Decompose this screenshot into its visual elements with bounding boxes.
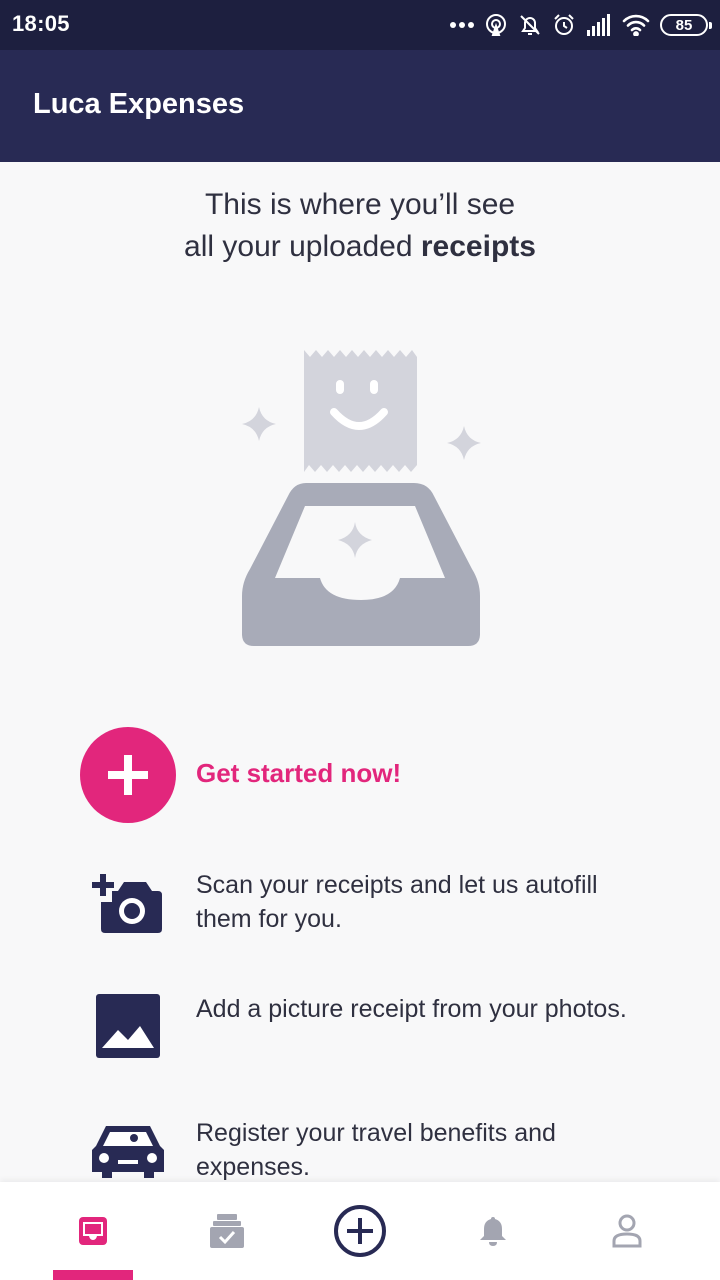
get-started-label[interactable]: Get started now! <box>196 758 401 789</box>
signal-icon <box>587 14 610 36</box>
empty-state-line2: all your uploaded receipts <box>0 226 720 268</box>
approved-receipts-icon <box>210 1214 244 1248</box>
feature-photos-text: Add a picture receipt from your photos. <box>196 995 627 1023</box>
nav-item-profile[interactable] <box>555 1182 699 1280</box>
feature-travel-text: Register your travel benefits and expens… <box>196 1119 556 1181</box>
bottom-nav <box>0 1182 720 1280</box>
receipt-shape <box>304 350 417 472</box>
get-started-button[interactable]: Get started now! <box>80 727 640 823</box>
feature-travel: Register your travel benefits and expens… <box>88 1116 648 1186</box>
empty-state-line2-bold: receipts <box>420 230 536 263</box>
battery-level: 85 <box>675 16 693 34</box>
nav-active-indicator <box>53 1270 133 1280</box>
receipt-inbox-illustration <box>242 350 481 646</box>
image-icon <box>96 994 160 1058</box>
mute-bell-icon <box>520 15 540 35</box>
nav-item-notifications[interactable] <box>421 1182 565 1280</box>
nav-item-add[interactable] <box>288 1182 432 1280</box>
bell-icon <box>480 1217 506 1246</box>
add-camera-icon <box>92 874 162 933</box>
app-title: Luca Expenses <box>33 88 245 120</box>
get-started-circle[interactable] <box>80 727 176 823</box>
more-dots-icon <box>450 22 474 28</box>
receipt-eye-left <box>336 380 344 394</box>
inbox-icon <box>79 1217 107 1245</box>
app-bar: Luca Expenses <box>0 50 720 162</box>
sparkle-right <box>447 426 481 460</box>
status-icons: 85 <box>450 10 712 40</box>
battery-icon: 85 <box>660 14 712 36</box>
alarm-icon <box>554 14 574 35</box>
empty-state-heading: This is where you’ll see all your upload… <box>0 184 720 268</box>
hotspot-icon <box>486 14 506 36</box>
status-time: 18:05 <box>12 11 70 36</box>
wifi-icon <box>622 14 650 36</box>
plus-icon <box>108 755 148 795</box>
feature-scan-text: Scan your receipts and let us autofill t… <box>196 871 598 933</box>
add-circle-icon <box>334 1205 386 1257</box>
feature-scan: Scan your receipts and let us autofill t… <box>88 868 648 938</box>
profile-icon <box>612 1214 642 1248</box>
feature-photos: Add a picture receipt from your photos. <box>88 992 648 1062</box>
car-icon <box>92 1126 164 1178</box>
nav-item-approved[interactable] <box>155 1182 299 1280</box>
receipt-eye-right <box>370 380 378 394</box>
sparkle-left <box>242 407 276 441</box>
empty-state-line2-prefix: all your uploaded <box>184 230 421 263</box>
empty-state-line1: This is where you’ll see <box>204 188 516 221</box>
nav-item-inbox[interactable] <box>21 1182 165 1280</box>
status-bar: 18:05 85 <box>0 0 720 50</box>
